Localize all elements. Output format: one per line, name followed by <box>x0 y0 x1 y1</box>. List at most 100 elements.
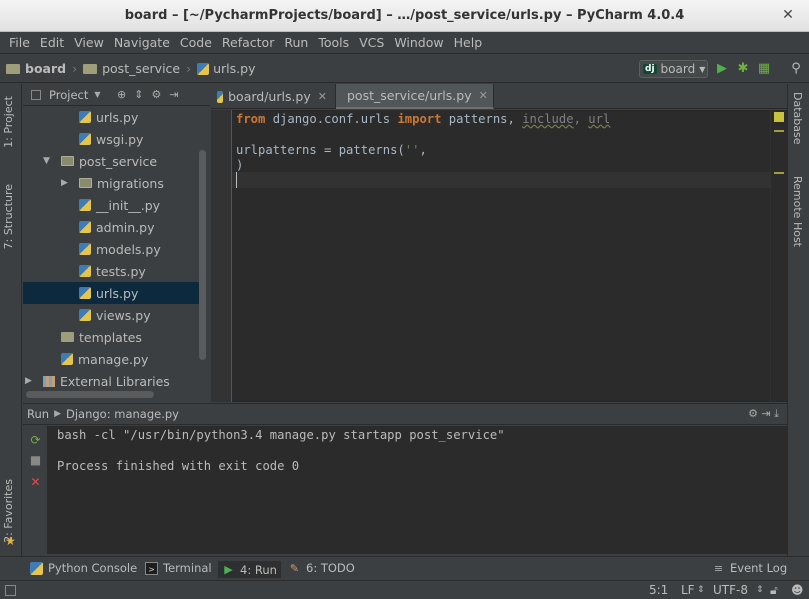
tree-item-init[interactable]: __init__.py <box>23 194 199 216</box>
stop-icon[interactable]: ■ <box>29 454 42 467</box>
tab-post-service-urls[interactable]: post_service/urls.py ✕ <box>336 84 494 109</box>
tree-item-external-libraries[interactable]: ▶ External Libraries <box>23 370 199 392</box>
right-tool-stripe: Database Remote Host <box>787 84 809 556</box>
expand-arrow-icon[interactable]: ▼ <box>43 156 55 166</box>
debug-icon[interactable]: ✱ <box>735 61 751 77</box>
lock-icon[interactable]: 🔓︎ <box>770 583 778 598</box>
tree-item-post-service[interactable]: ▼ post_service <box>23 150 199 172</box>
project-scrollbar[interactable] <box>198 60 207 390</box>
menu-refactor[interactable]: Refactor <box>217 35 279 50</box>
close-icon[interactable]: ✕ <box>29 476 42 489</box>
warning-indicator-icon[interactable] <box>774 112 784 122</box>
console-line: bash -cl "/usr/bin/python3.4 manage.py s… <box>57 428 505 442</box>
python-file-icon <box>79 199 91 211</box>
python-file-icon <box>79 287 91 299</box>
package-icon <box>79 178 92 188</box>
breadcrumb-urls[interactable]: urls.py <box>213 61 255 76</box>
tab-board-urls[interactable]: board/urls.py ✕ <box>211 84 336 109</box>
menu-view[interactable]: View <box>69 35 109 50</box>
inspector-icon[interactable]: ☻ <box>791 583 804 597</box>
run-configuration-select[interactable]: dj board ▼ <box>639 60 708 78</box>
menu-navigate[interactable]: Navigate <box>109 35 175 50</box>
breadcrumb-post-service[interactable]: post_service <box>102 61 180 76</box>
tree-item-wsgi[interactable]: wsgi.py <box>23 128 199 150</box>
menu-help[interactable]: Help <box>449 35 488 50</box>
line-separator[interactable]: LF <box>681 583 695 597</box>
python-file-icon <box>61 353 73 365</box>
project-panel-toolbar: Project ▼ ⊕ ⇕ ⚙ ⇥ <box>23 84 210 106</box>
tree-item-manage[interactable]: manage.py <box>23 348 199 370</box>
file-encoding[interactable]: UTF-8 <box>713 583 748 597</box>
gear-icon[interactable]: ⚙ <box>151 88 161 101</box>
menu-tools[interactable]: Tools <box>313 35 354 50</box>
tab-event-log[interactable]: ≡ Event Log <box>712 561 787 575</box>
close-tab-icon[interactable]: ✕ <box>479 89 488 102</box>
run-config-name[interactable]: Django: manage.py <box>66 407 179 421</box>
tree-item-views[interactable]: views.py <box>23 304 199 326</box>
scroll-from-source-icon[interactable]: ⊕ <box>117 88 126 101</box>
tool-windows-toggle-icon[interactable] <box>5 585 16 596</box>
menu-run[interactable]: Run <box>279 35 313 50</box>
warning-marker[interactable] <box>774 172 784 174</box>
tree-item-tests[interactable]: tests.py <box>23 260 199 282</box>
tree-item-label: External Libraries <box>60 373 170 389</box>
editor-gutter[interactable] <box>211 110 232 402</box>
run-icon: ▶ <box>224 563 233 576</box>
tool-window-bar: Python Console > Terminal ▶ 4: Run ✎ 6: … <box>0 556 809 580</box>
tab-python-console[interactable]: Python Console <box>30 561 137 575</box>
tree-item-templates[interactable]: templates <box>23 326 199 348</box>
menu-window[interactable]: Window <box>389 35 448 50</box>
close-tab-icon[interactable]: ✕ <box>318 90 327 103</box>
code-text: ) <box>236 158 244 172</box>
structure-tab-label: 7: Structure <box>2 184 15 250</box>
caret-position[interactable]: 5:1 <box>649 583 668 597</box>
database-tab-label: Database <box>791 92 804 145</box>
unused-import-url: url <box>588 112 611 126</box>
tab-todo[interactable]: ✎ 6: TODO <box>288 561 355 575</box>
comma: , <box>573 112 589 126</box>
tree-item-admin[interactable]: admin.py <box>23 216 199 238</box>
tab-terminal[interactable]: > Terminal <box>145 561 212 575</box>
warning-marker[interactable] <box>774 130 784 132</box>
tab-database[interactable]: Database <box>791 92 804 145</box>
coverage-icon[interactable]: ▦ <box>756 61 772 77</box>
python-file-icon <box>217 90 224 103</box>
imported-names: patterns, <box>441 112 523 126</box>
collapse-arrow-icon[interactable]: ▶ <box>25 376 37 386</box>
hide-panel-icon[interactable]: ⇥ <box>169 88 178 101</box>
python-file-icon <box>79 111 91 123</box>
menu-code[interactable]: Code <box>175 35 217 50</box>
tree-item-models[interactable]: models.py <box>23 238 199 260</box>
folder-icon <box>83 63 98 74</box>
project-horizontal-scrollbar[interactable] <box>26 391 154 398</box>
code-line-1: from django.conf.urls import patterns, i… <box>236 111 610 127</box>
tab-run[interactable]: ▶ 4: Run <box>218 561 281 578</box>
panel-settings-icon[interactable]: ⚙ ⇥ ⤓ <box>748 407 779 421</box>
project-view-select[interactable]: Project ▼ <box>31 88 109 102</box>
menu-vcs[interactable]: VCS <box>354 35 389 50</box>
tab-project[interactable]: 1: Project <box>2 96 15 148</box>
search-icon[interactable]: ⚲ <box>788 61 804 77</box>
tab-structure[interactable]: 7: Structure <box>2 184 15 249</box>
tree-item-migrations[interactable]: ▶ migrations <box>23 172 199 194</box>
console-scrollbar[interactable] <box>775 426 787 554</box>
tree-item-urls[interactable]: urls.py <box>23 106 199 128</box>
run-icon[interactable]: ▶ <box>714 61 730 77</box>
breadcrumb-board[interactable]: board <box>25 61 66 76</box>
terminal-icon: > <box>145 561 158 575</box>
close-icon[interactable]: ✕ <box>779 6 797 24</box>
code-editor[interactable]: from django.conf.urls import patterns, i… <box>232 110 770 402</box>
rerun-icon[interactable]: ⟳ <box>29 434 42 447</box>
collapse-arrow-icon[interactable]: ▶ <box>61 178 73 188</box>
tab-remote-host[interactable]: Remote Host <box>791 176 804 247</box>
chevron-down-icon: ⇕ <box>756 585 764 595</box>
collapse-all-icon[interactable]: ⇕ <box>134 88 143 101</box>
tree-item-urls-selected[interactable]: urls.py <box>23 282 199 304</box>
error-stripe[interactable] <box>770 110 787 402</box>
menu-file[interactable]: File <box>4 35 35 50</box>
run-configuration-label: board <box>660 62 696 76</box>
navigation-bar: board › post_service › urls.py dj board … <box>0 55 809 83</box>
run-console[interactable]: bash -cl "/usr/bin/python3.4 manage.py s… <box>48 426 775 554</box>
menu-edit[interactable]: Edit <box>35 35 69 50</box>
project-scrollbar-thumb[interactable] <box>199 150 206 360</box>
